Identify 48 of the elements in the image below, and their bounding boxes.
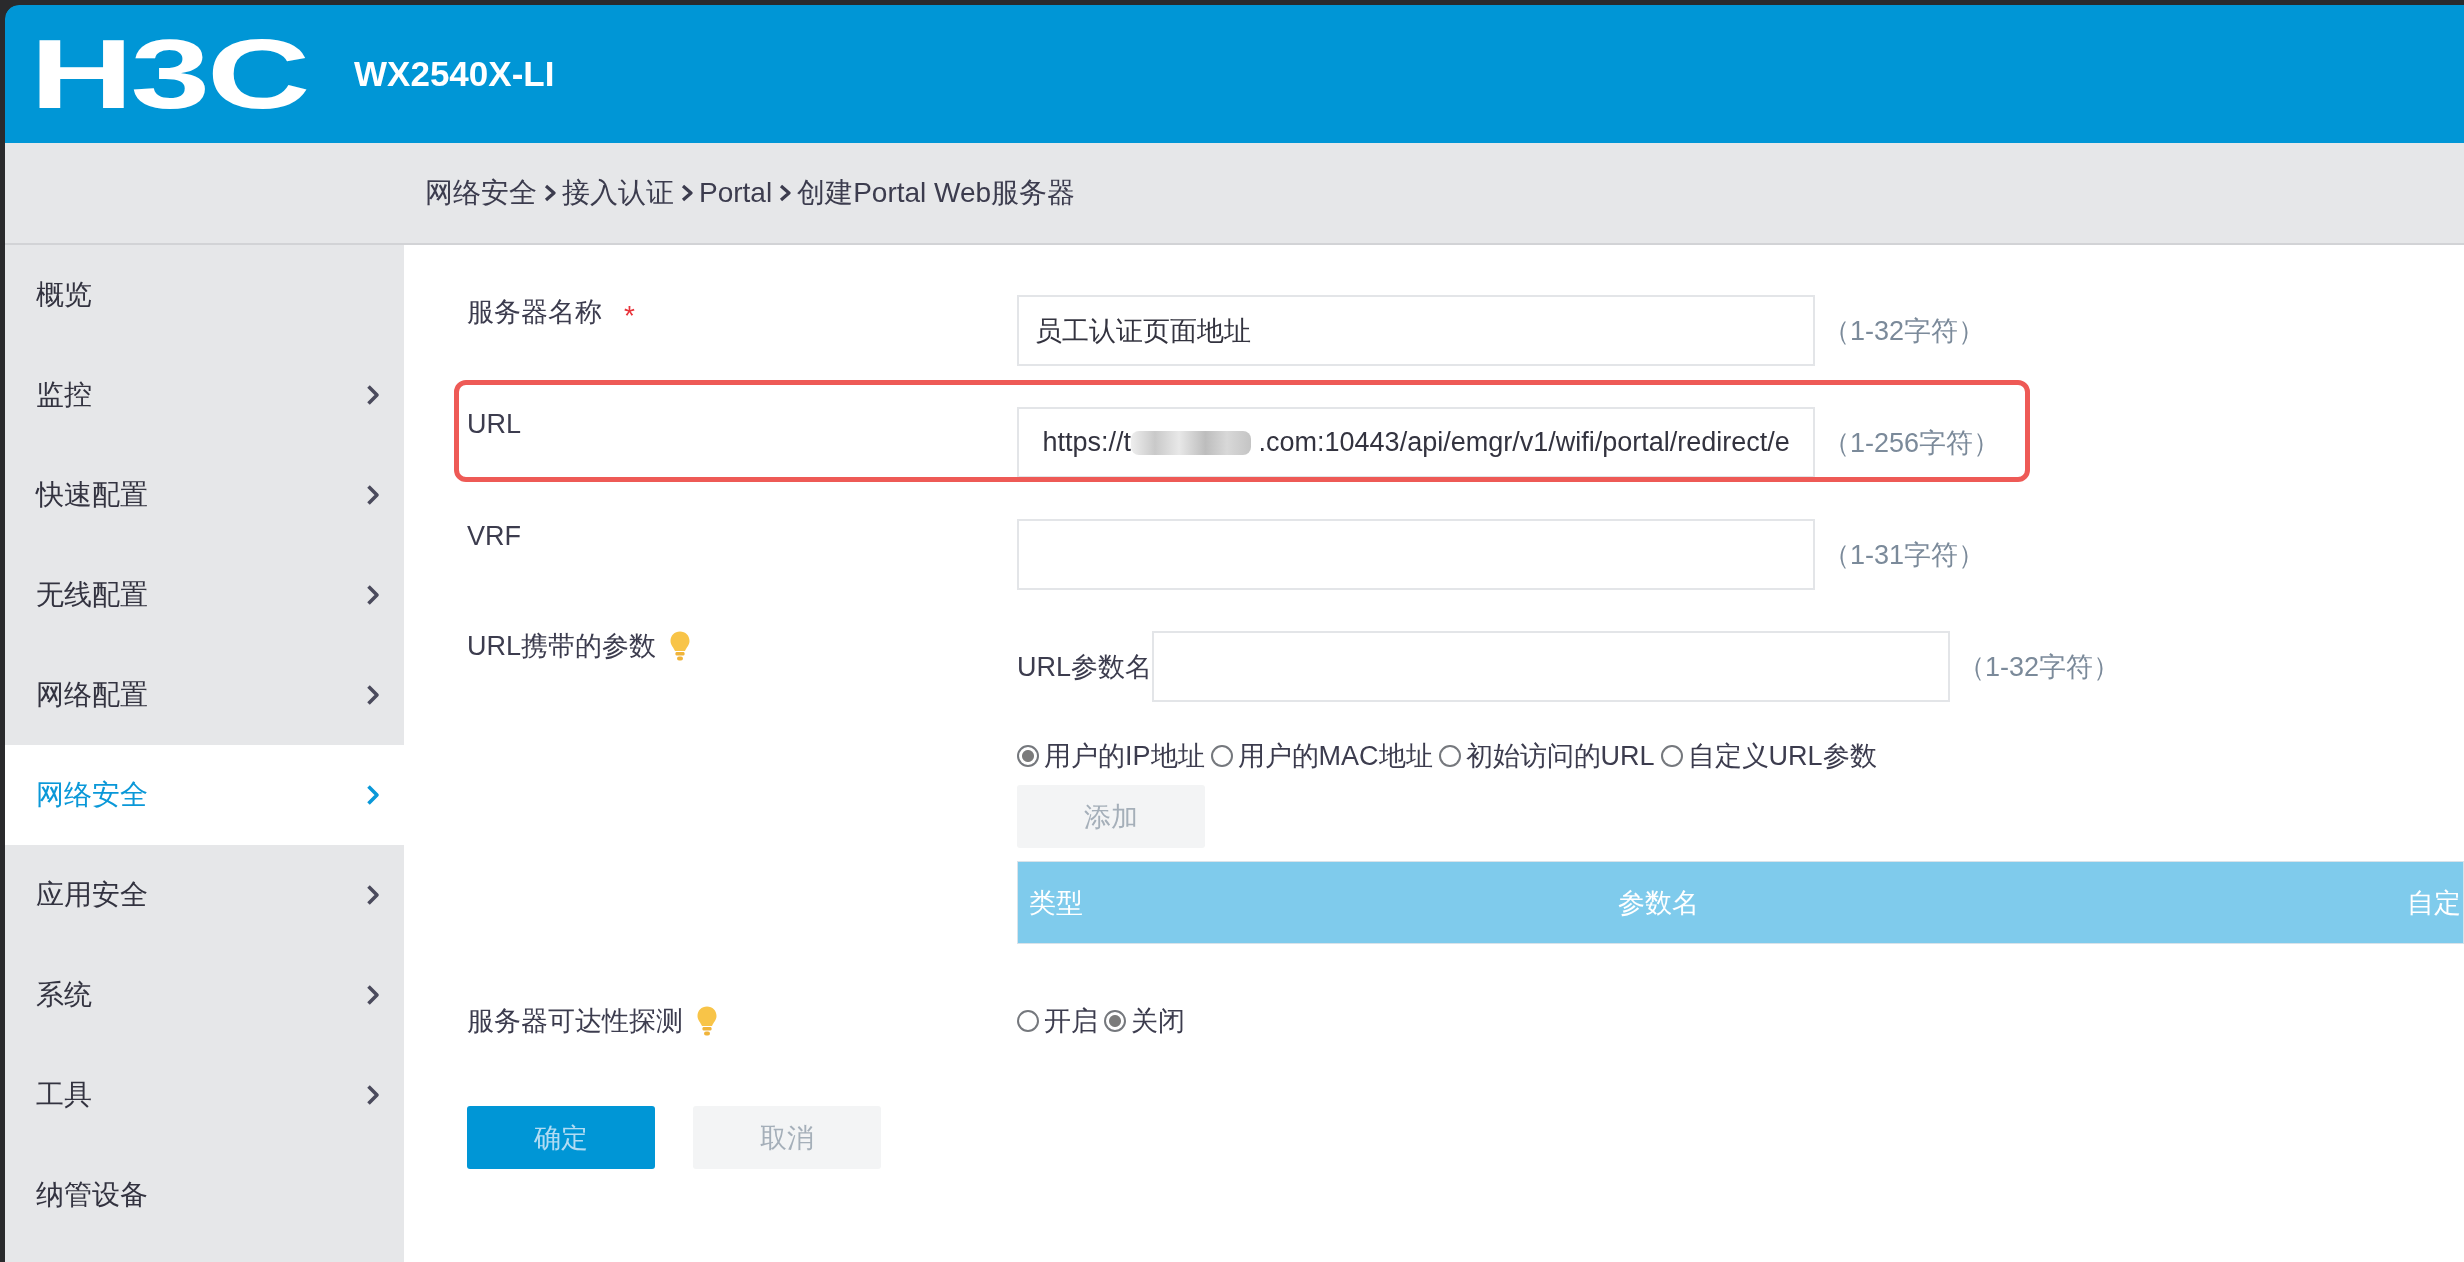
field-label: 服务器名称 bbox=[467, 296, 602, 329]
column-header: 参数名 bbox=[1616, 886, 1700, 920]
radio-button[interactable] bbox=[1104, 1010, 1126, 1032]
chevron-right-icon bbox=[681, 184, 693, 202]
chevron-right-icon bbox=[779, 184, 792, 202]
text-field[interactable]: https://t .com:10443/api/emgr/v1/wifi/portal/redirect/e bbox=[1017, 407, 1815, 478]
radio-option[interactable]: 关闭 bbox=[1104, 1005, 1185, 1037]
radio-button[interactable] bbox=[1210, 745, 1233, 767]
sidebar-item[interactable]: 应用安全 bbox=[5, 845, 404, 945]
radio-button[interactable] bbox=[1017, 745, 1039, 767]
radio-option[interactable]: 开启 bbox=[1017, 1005, 1098, 1037]
sidebar-item[interactable]: 监控 bbox=[5, 345, 404, 445]
radio-button[interactable] bbox=[1017, 1010, 1039, 1032]
field-label: URL参数名 bbox=[1017, 650, 1152, 684]
brand-logo: H3C bbox=[30, 36, 308, 112]
radio-button[interactable] bbox=[1438, 745, 1461, 767]
breadcrumb-item[interactable]: 接入认证 bbox=[562, 174, 674, 212]
radio-option[interactable]: 用户的IP地址 bbox=[1017, 740, 1205, 772]
text-field[interactable] bbox=[1152, 631, 1950, 702]
breadcrumb-item[interactable]: 网络安全 bbox=[425, 174, 537, 212]
sidebar-item[interactable]: 概览 bbox=[5, 245, 404, 345]
sidebar-item[interactable]: 工具 bbox=[5, 1045, 404, 1145]
radio-option[interactable]: 用户的MAC地址 bbox=[1210, 740, 1433, 772]
field-label: URL携带的参数 bbox=[467, 630, 656, 663]
radio-option[interactable]: 初始访问的URL bbox=[1438, 740, 1655, 772]
device-model: WX2540X-LI bbox=[354, 54, 555, 94]
length-hint: （1-31字符） bbox=[1823, 538, 1986, 572]
chevron-right-icon bbox=[544, 184, 556, 202]
column-header: 类型 bbox=[1028, 886, 1084, 920]
breadcrumb-item[interactable]: Portal bbox=[699, 177, 773, 209]
breadcrumb-item: 创建Portal Web服务器 bbox=[797, 176, 1076, 210]
text-field[interactable]: 员工认证页面地址 bbox=[1017, 295, 1815, 366]
sidebar-item[interactable]: 网络配置 bbox=[5, 645, 404, 745]
field-label: 服务器可达性探测 bbox=[467, 1005, 683, 1038]
required-mark: * bbox=[624, 299, 635, 333]
length-hint: （1-32字符） bbox=[1823, 314, 1986, 348]
field-label: VRF bbox=[467, 520, 521, 553]
sidebar-item[interactable]: 无线配置 bbox=[5, 545, 404, 645]
text-field[interactable] bbox=[1017, 519, 1815, 590]
length-hint: （1-32字符） bbox=[1958, 650, 2121, 684]
radio-option[interactable]: 自定义URL参数 bbox=[1660, 740, 1877, 772]
sidebar-item[interactable]: 纳管设备 bbox=[5, 1145, 404, 1245]
sidebar-item[interactable]: 系统 bbox=[5, 945, 404, 1045]
sidebar-item[interactable]: 快速配置 bbox=[5, 445, 404, 545]
radio-button[interactable] bbox=[1660, 745, 1683, 767]
length-hint: （1-256字符） bbox=[1823, 426, 2001, 460]
field-label: URL bbox=[467, 408, 521, 441]
column-header: 自定 bbox=[2407, 886, 2462, 920]
